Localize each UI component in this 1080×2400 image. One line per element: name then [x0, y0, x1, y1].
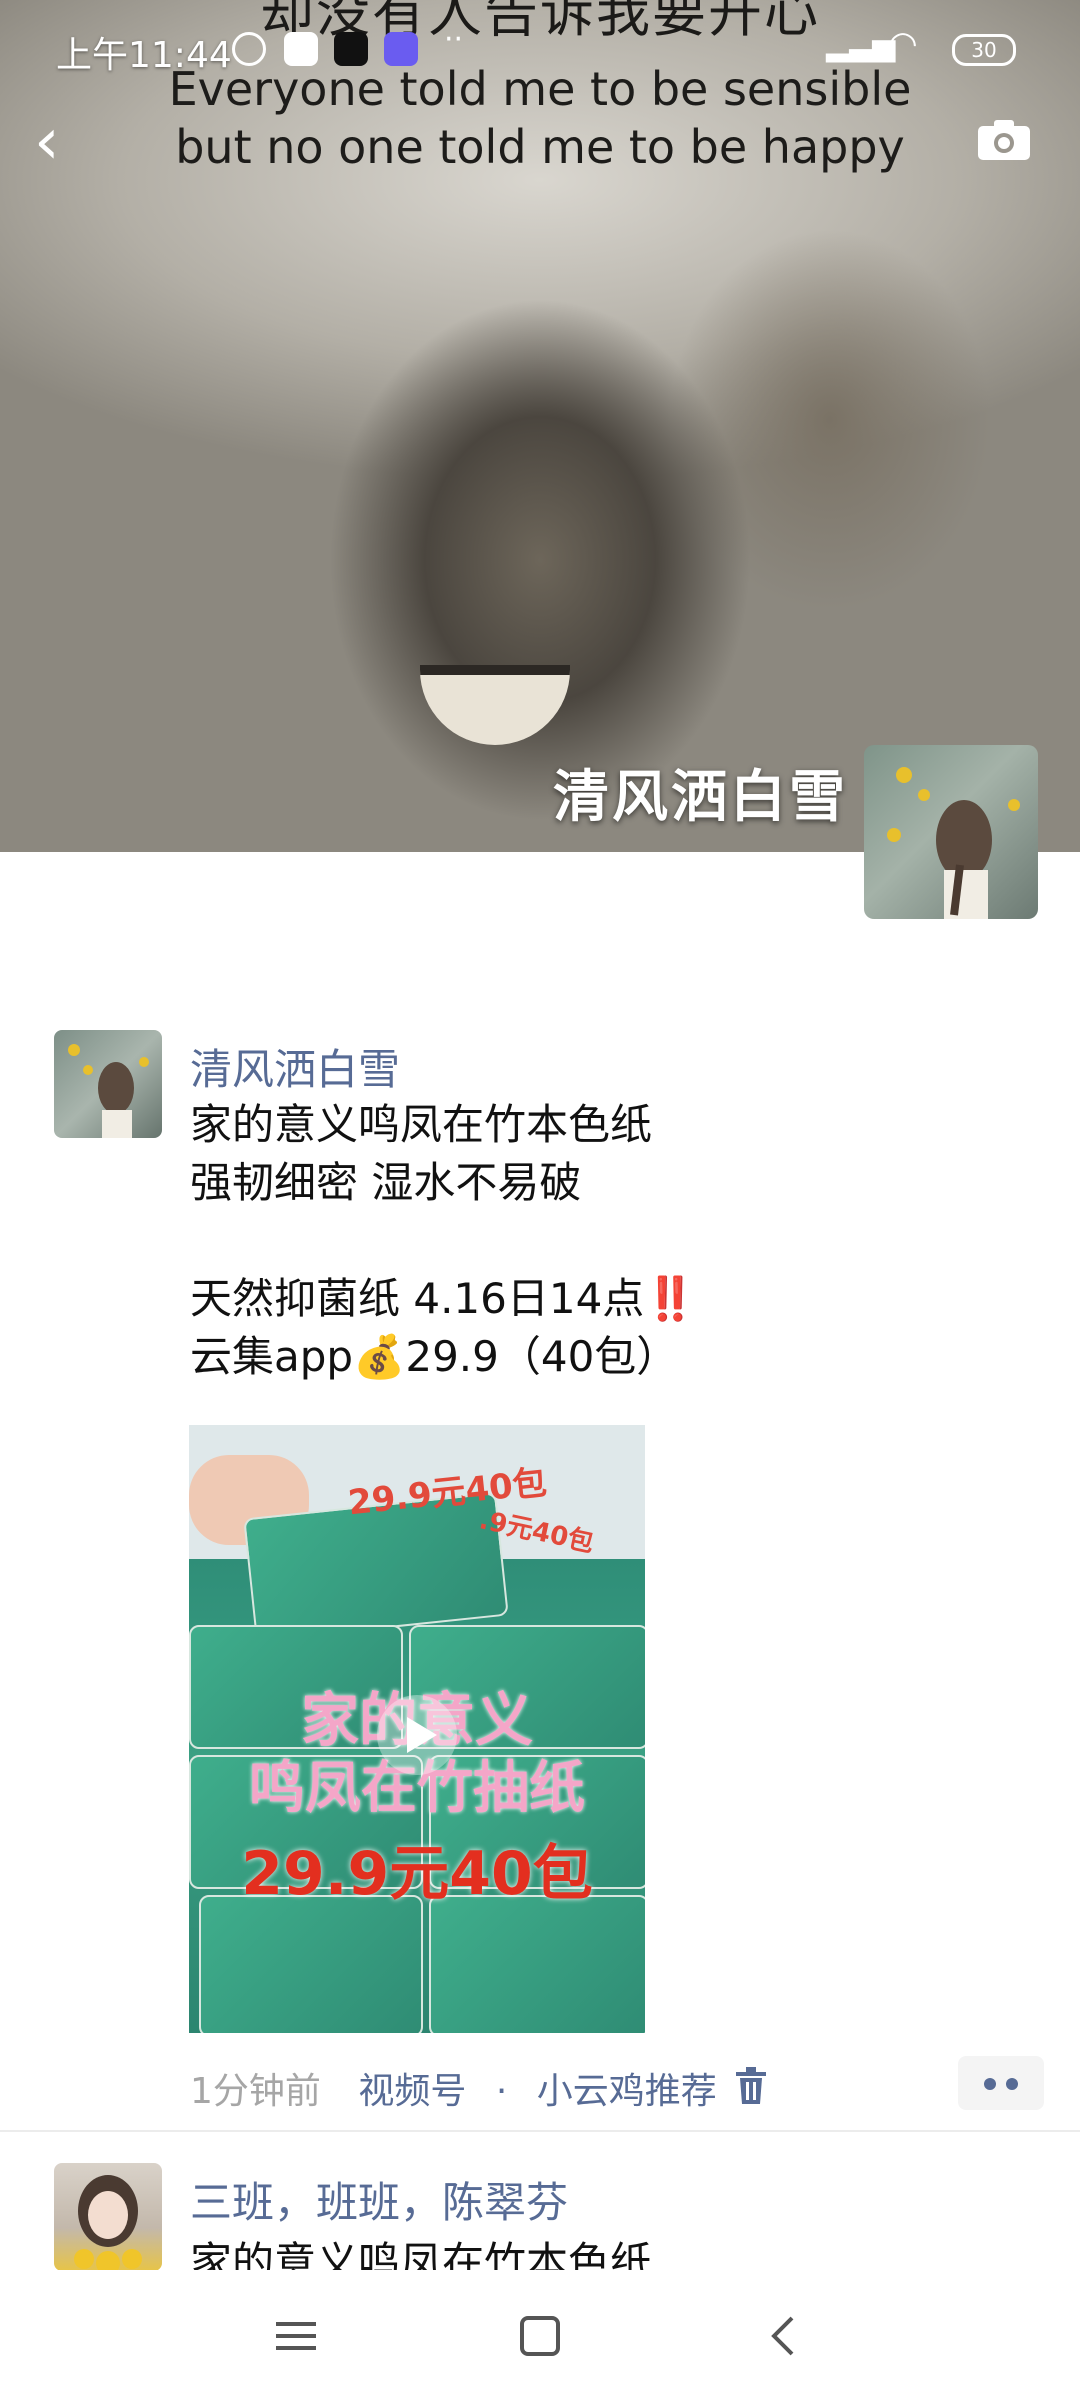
dot-icon: [1006, 2078, 1018, 2090]
post-text: 家的意义鸣凤在竹本色纸 强韧细密 湿水不易破 天然抑菌纸 4.16日14点‼️ …: [190, 1100, 697, 1381]
alarm-icon: [232, 32, 266, 66]
post-text: 家的意义鸣凤在竹本色纸: [190, 2238, 653, 2270]
back-arrow-icon[interactable]: ‹: [34, 110, 78, 174]
signal-icon: ▂▃▅: [826, 28, 896, 63]
cover-avatar[interactable]: [864, 745, 1038, 919]
tissue-pack: [429, 1895, 645, 2033]
post-meta: 1分钟前 视频号 · 小云鸡推荐: [190, 2062, 717, 2114]
baidu-netdisk-icon: [284, 32, 318, 66]
post-author[interactable]: 清风洒白雪: [190, 1036, 400, 1097]
tiktok-icon: [334, 32, 368, 66]
avatar-illustration: [74, 2175, 142, 2270]
status-bar: 上午11:44 ·· ▂▃▅ ◠ 30: [0, 0, 1080, 96]
separator-dot: ·: [495, 2071, 508, 2112]
play-icon[interactable]: [377, 1695, 457, 1775]
more-options-button[interactable]: [958, 2056, 1044, 2110]
avatar[interactable]: [54, 2163, 162, 2270]
post-time: 1分钟前: [190, 2071, 321, 2112]
camera-icon[interactable]: [976, 118, 1032, 162]
cover-user-name: 清风洒白雪: [553, 765, 848, 830]
cover-image[interactable]: 却没有人告诉我要开心 Everyone told me to be sensib…: [0, 0, 1080, 852]
trash-icon[interactable]: [734, 2066, 768, 2106]
wifi-icon: ◠: [888, 24, 918, 64]
video-price-line: 29.9元40包: [241, 1839, 593, 1909]
cover-caption-line2: but no one told me to be happy: [175, 120, 905, 174]
channel-name-link[interactable]: 小云鸡推荐: [537, 2071, 717, 2112]
channels-link[interactable]: 视频号: [358, 2071, 466, 2112]
more-notifications-icon: ··: [444, 22, 464, 57]
avatar-illustration: [68, 1044, 149, 1138]
video-thumbnail[interactable]: 29.9元40包 .9元40包 家的意义 鸣凤在竹抽纸 29.9元40包: [189, 1425, 645, 2033]
back-icon[interactable]: [754, 2308, 814, 2364]
cover-photo-detail: [420, 665, 570, 745]
battery-icon: 30: [952, 34, 1016, 66]
moment-post: 三班，班班，陈翠芬 家的意义鸣凤在竹本色纸: [0, 2163, 1080, 2270]
avatar-illustration: [887, 767, 1020, 919]
app-notification-icon: [384, 32, 418, 66]
menu-icon[interactable]: [266, 2308, 326, 2364]
dot-icon: [984, 2078, 996, 2090]
home-icon[interactable]: [510, 2308, 570, 2364]
status-time: 上午11:44: [56, 35, 232, 76]
system-nav-bar: [0, 2270, 1080, 2400]
post-author[interactable]: 三班，班班，陈翠芬: [190, 2169, 568, 2230]
post-divider: [0, 2130, 1080, 2132]
tissue-pack: [199, 1895, 423, 2033]
avatar[interactable]: [54, 1030, 162, 1138]
